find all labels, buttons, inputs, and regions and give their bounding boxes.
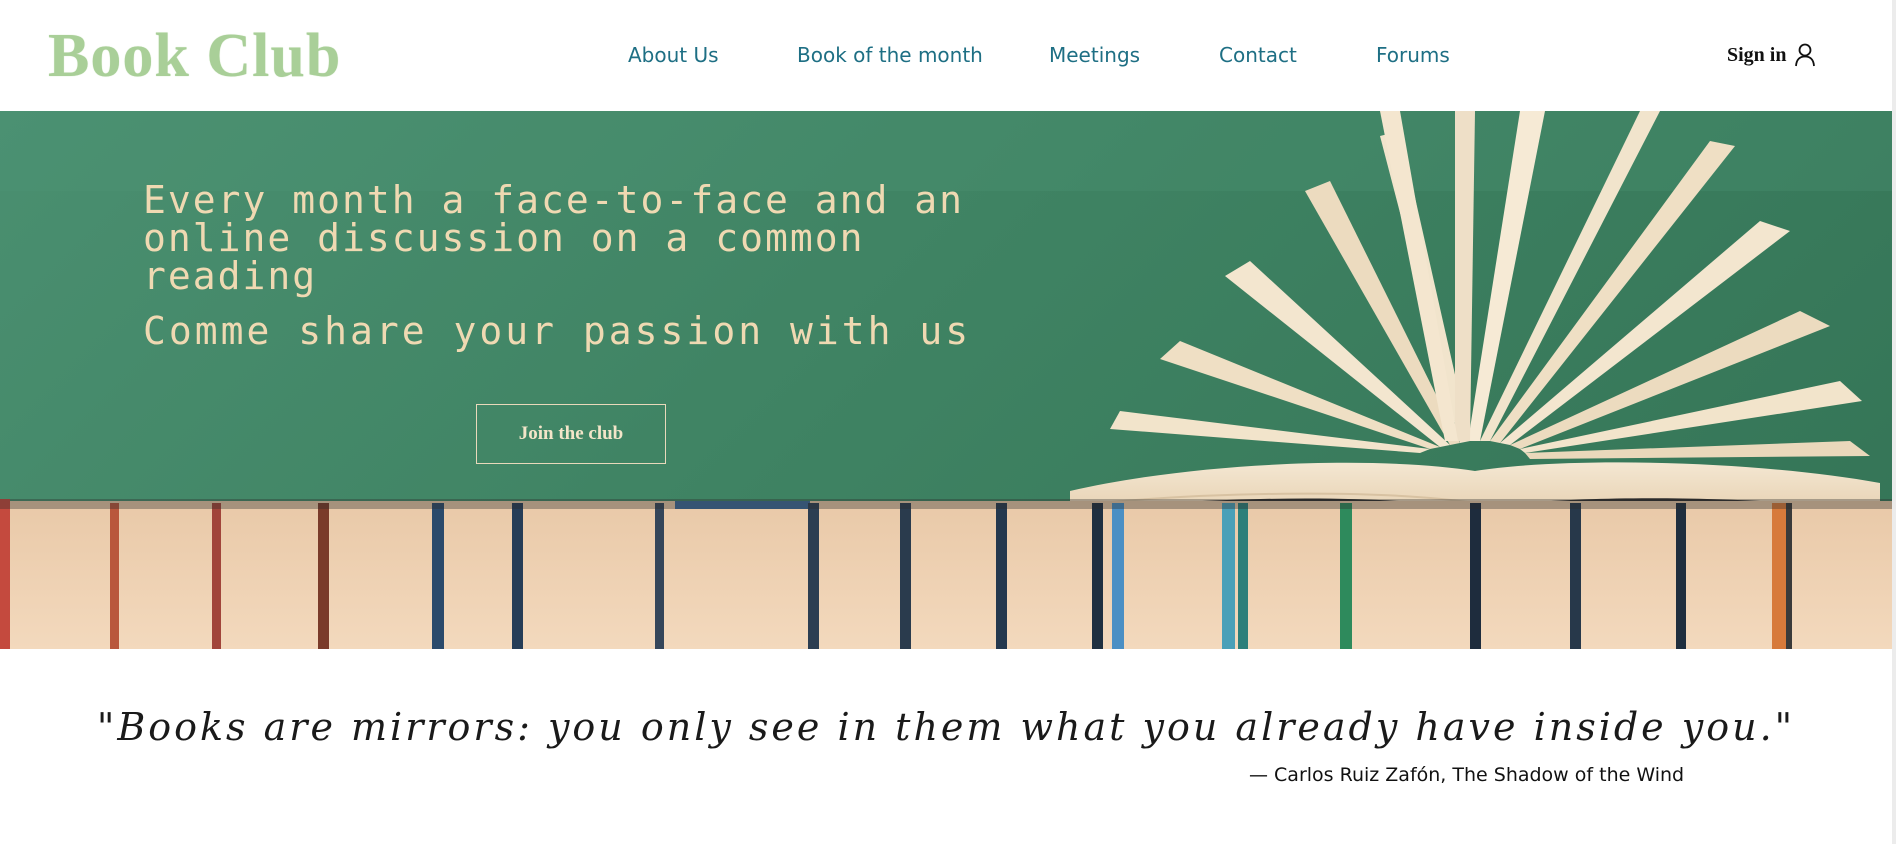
hero-title: Every month a face-to-face and an online… (143, 178, 964, 298)
main-nav: About Us Book of the month Meetings Cont… (0, 40, 1892, 70)
join-the-club-button[interactable]: Join the club (476, 404, 666, 464)
hero-banner: Every month a face-to-face and an online… (0, 111, 1892, 649)
page-scrollbar[interactable] (1892, 0, 1896, 844)
sign-in-label: Sign in (1727, 43, 1787, 66)
quote-author: — Carlos Ruiz Zafón, The Shadow of the W… (1249, 764, 1685, 786)
quote-text: "Books are mirrors: you only see in them… (96, 705, 1796, 749)
nav-book-of-the-month[interactable]: Book of the month (797, 40, 983, 70)
user-icon (1795, 43, 1816, 67)
books-row (0, 499, 1892, 649)
sign-in-button[interactable]: Sign in (1727, 40, 1816, 70)
nav-forums[interactable]: Forums (1376, 40, 1450, 70)
nav-contact[interactable]: Contact (1219, 40, 1297, 70)
nav-about-us[interactable]: About Us (628, 40, 719, 70)
site-header: Book Club About Us Book of the month Mee… (0, 0, 1892, 111)
hero-subtitle: Comme share your passion with us (143, 309, 972, 353)
nav-meetings[interactable]: Meetings (1049, 40, 1140, 70)
